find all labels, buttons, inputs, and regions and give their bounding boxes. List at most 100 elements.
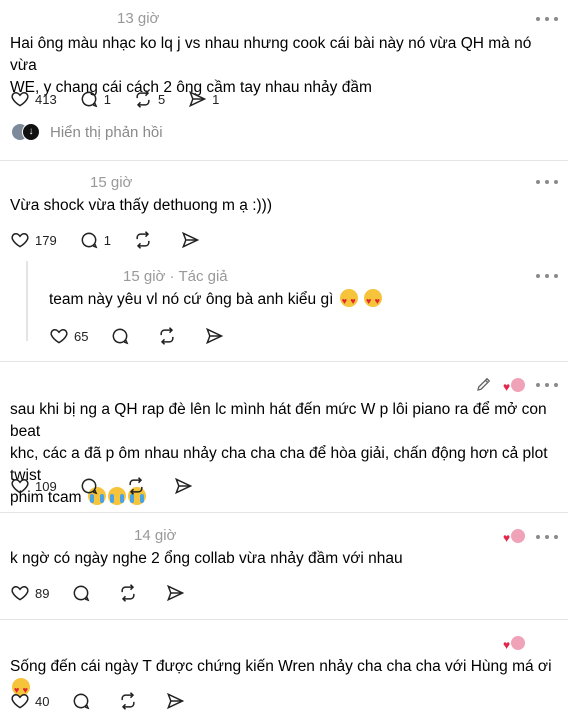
action-bar: 109 bbox=[10, 474, 220, 498]
repost-button[interactable] bbox=[126, 476, 151, 496]
share-button[interactable] bbox=[204, 326, 229, 346]
comment-icon bbox=[81, 478, 98, 495]
heart-icon bbox=[11, 585, 29, 601]
heart-icon bbox=[11, 478, 29, 494]
share-button[interactable]: 1 bbox=[187, 89, 219, 109]
heart-icon: ♥ bbox=[503, 531, 511, 545]
post-time: 13 giờ bbox=[117, 10, 160, 27]
comment-count: 1 bbox=[103, 232, 111, 248]
show-replies-label: Hiển thị phản hồi bbox=[50, 123, 163, 141]
comment-button[interactable] bbox=[71, 691, 96, 711]
more-icon[interactable] bbox=[536, 269, 558, 283]
comment-button[interactable] bbox=[110, 326, 135, 346]
action-bar: 179 1 bbox=[10, 228, 227, 252]
comment-icon bbox=[74, 693, 90, 710]
post-text-content: Sống đến cái ngày T được chứng kiến Wren… bbox=[10, 658, 552, 675]
like-count: 89 bbox=[35, 585, 50, 601]
repost-icon bbox=[160, 327, 175, 345]
comment-icon bbox=[81, 91, 98, 108]
share-icon bbox=[167, 692, 185, 710]
repost-count: 5 bbox=[157, 91, 166, 107]
reply-time: 15 giờ bbox=[123, 268, 166, 285]
author-tag: Tác giả bbox=[178, 268, 228, 285]
show-replies-link[interactable]: ↓ Hiển thị phản hồi bbox=[12, 123, 163, 141]
repost-icon bbox=[136, 90, 150, 108]
post-text: Vừa shock vừa thấy dethuong m ạ :))) bbox=[10, 197, 272, 214]
share-button[interactable] bbox=[173, 476, 198, 496]
repost-button[interactable] bbox=[133, 230, 158, 250]
reply-text-content: team này yêu vl nó cứ ông bà anh kiểu gì bbox=[49, 291, 334, 308]
reply-text: team này yêu vl nó cứ ông bà anh kiểu gì bbox=[49, 289, 549, 312]
repost-icon bbox=[129, 477, 143, 495]
action-bar: 65 bbox=[49, 324, 251, 348]
like-count: 109 bbox=[35, 478, 57, 494]
comment-count: 1 bbox=[103, 91, 111, 107]
share-icon bbox=[206, 327, 224, 345]
comment-button[interactable]: 1 bbox=[79, 89, 111, 109]
repost-icon bbox=[121, 692, 136, 710]
like-button[interactable]: 109 bbox=[10, 476, 57, 496]
heart-icon bbox=[11, 693, 29, 709]
like-button[interactable]: 179 bbox=[10, 230, 57, 250]
arrow-down-icon: ↓ bbox=[22, 123, 40, 141]
share-button[interactable] bbox=[165, 583, 190, 603]
heart-eyes-emoji-icon bbox=[339, 289, 358, 312]
post-time: 14 giờ bbox=[134, 527, 177, 544]
share-icon bbox=[181, 231, 200, 249]
more-icon[interactable] bbox=[536, 378, 558, 392]
repost-button[interactable] bbox=[118, 691, 143, 711]
liked-by-author-indicator: ♥ bbox=[503, 635, 527, 653]
like-count: 413 bbox=[35, 91, 57, 107]
comment-icon bbox=[74, 585, 90, 602]
repost-icon bbox=[136, 231, 150, 249]
share-icon bbox=[167, 584, 185, 602]
repost-icon bbox=[121, 584, 136, 602]
avatar bbox=[510, 377, 526, 393]
share-button[interactable] bbox=[180, 230, 205, 250]
repost-button[interactable] bbox=[118, 583, 143, 603]
comment-icon bbox=[113, 328, 129, 345]
post-time: 15 giờ bbox=[90, 174, 133, 191]
liked-by-author-indicator: ♥ bbox=[503, 528, 527, 546]
like-button[interactable]: 413 bbox=[10, 89, 57, 109]
comment-button[interactable] bbox=[71, 583, 96, 603]
share-count: 1 bbox=[212, 91, 220, 107]
edit-icon[interactable] bbox=[475, 375, 493, 393]
avatar bbox=[510, 528, 526, 544]
heart-icon bbox=[50, 328, 68, 344]
post-5: 14 giờ ♥ k ngờ có ngày nghe 2 ổng collab… bbox=[0, 513, 568, 619]
avatar bbox=[510, 635, 526, 651]
heart-icon: ♥ bbox=[503, 380, 511, 394]
post-6: ♥ Sống đến cái ngày T được chứng kiến Wr… bbox=[0, 620, 568, 712]
post-time: 15 giờ · Tác giả bbox=[123, 268, 228, 285]
more-icon[interactable] bbox=[536, 175, 558, 189]
thread-line bbox=[26, 261, 28, 341]
share-button[interactable] bbox=[165, 691, 190, 711]
share-icon bbox=[189, 90, 207, 108]
post-4: ♥ sau khi bị ng a QH rap đè lên lc mình … bbox=[0, 362, 568, 510]
comment-icon bbox=[81, 232, 98, 249]
post-1: 13 giờ Hai ông màu nhạc ko lq j vs nhau … bbox=[0, 0, 568, 160]
heart-eyes-emoji-icon bbox=[364, 289, 383, 312]
like-button[interactable]: 65 bbox=[49, 326, 88, 346]
reply-avatars: ↓ bbox=[12, 123, 42, 141]
repost-button[interactable] bbox=[157, 326, 182, 346]
post-2: 15 giờ Vừa shock vừa thấy dethuong m ạ :… bbox=[0, 161, 568, 361]
repost-button[interactable]: 5 bbox=[133, 89, 165, 109]
heart-icon: ♥ bbox=[503, 638, 511, 652]
like-count: 179 bbox=[35, 232, 57, 248]
more-icon[interactable] bbox=[536, 12, 558, 26]
like-button[interactable]: 89 bbox=[10, 583, 49, 603]
heart-icon bbox=[11, 232, 29, 248]
comment-button[interactable] bbox=[79, 476, 104, 496]
like-button[interactable]: 40 bbox=[10, 691, 49, 711]
post-text-line: sau khi bị ng a QH rap đè lên lc mình há… bbox=[10, 401, 547, 440]
comment-button[interactable]: 1 bbox=[79, 230, 111, 250]
action-bar: 89 bbox=[10, 581, 212, 605]
like-count: 65 bbox=[74, 328, 89, 344]
like-count: 40 bbox=[35, 693, 50, 709]
post-text-line: Hai ông màu nhạc ko lq j vs nhau nhưng c… bbox=[10, 35, 532, 74]
share-icon bbox=[174, 477, 192, 495]
more-icon[interactable] bbox=[536, 530, 558, 544]
action-bar: 413 1 5 1 bbox=[10, 87, 241, 111]
